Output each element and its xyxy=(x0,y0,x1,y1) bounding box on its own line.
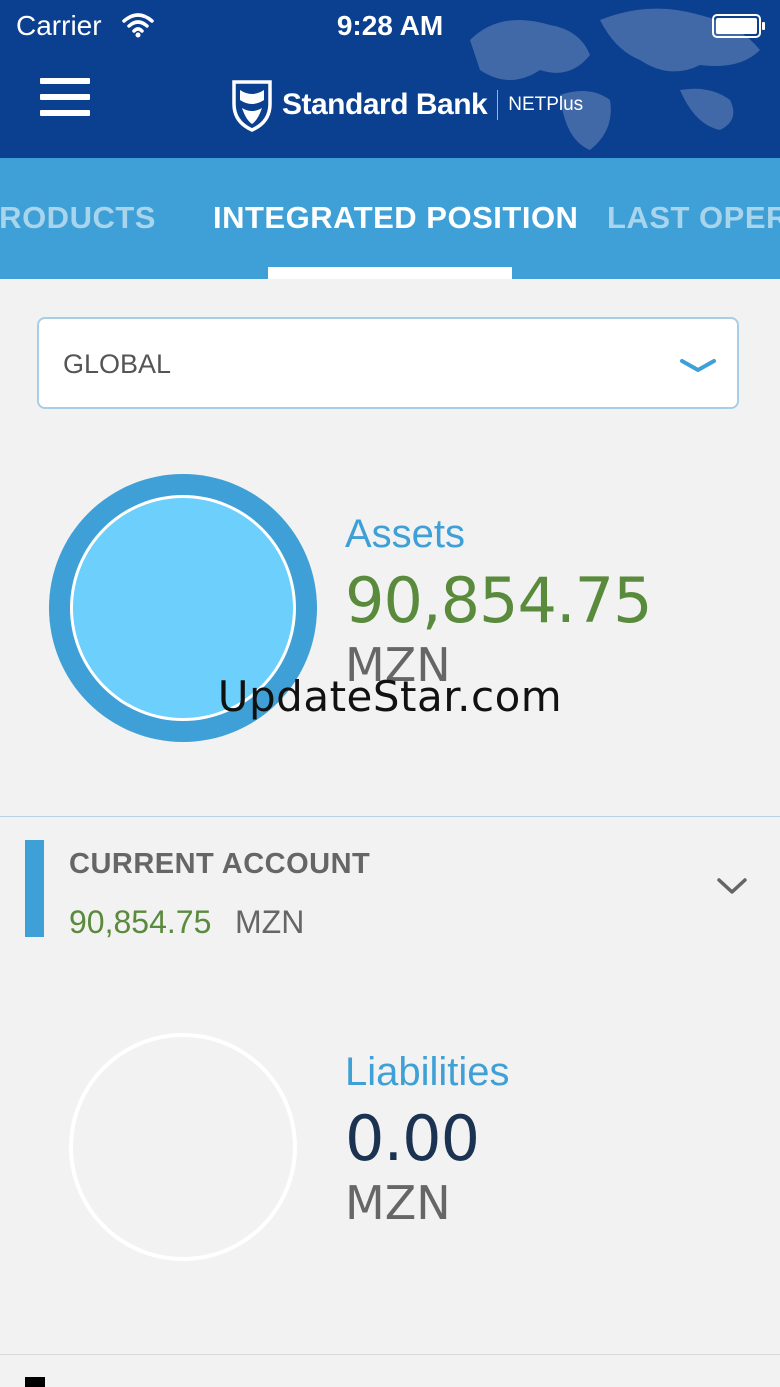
standard-bank-logo: Standard Bank NETPlus xyxy=(230,78,583,132)
assets-amount: 90,854.75 xyxy=(345,564,653,637)
product-name: NETPlus xyxy=(508,94,584,115)
account-name: CURRENT ACCOUNT xyxy=(69,848,371,880)
tab-bar: PRODUCTS INTEGRATED POSITION LAST OPERAT… xyxy=(0,158,780,279)
chevron-down-icon[interactable] xyxy=(716,876,748,896)
tab-products[interactable]: PRODUCTS xyxy=(0,200,156,236)
hamburger-menu-icon[interactable] xyxy=(36,78,94,124)
account-currency: MZN xyxy=(235,904,305,940)
selected-scope: GLOBAL xyxy=(63,349,172,379)
liabilities-label: Liabilities xyxy=(345,1050,510,1094)
tab-integrated-position[interactable]: INTEGRATED POSITION xyxy=(213,200,578,236)
account-amount: 90,854.75 xyxy=(69,904,212,940)
liabilities-donut-chart xyxy=(69,1033,297,1261)
battery-icon xyxy=(712,14,765,38)
status-bar: Carrier 9:28 AM xyxy=(0,0,780,54)
active-tab-indicator xyxy=(268,267,512,279)
status-time: 9:28 AM xyxy=(336,10,444,41)
liabilities-currency: MZN xyxy=(345,1176,451,1230)
section-divider xyxy=(0,1354,780,1355)
brand-name: Standard Bank xyxy=(282,88,488,121)
tab-last-operations[interactable]: LAST OPERATIONS xyxy=(607,200,780,236)
account-color-bar xyxy=(25,840,44,937)
liabilities-amount: 0.00 xyxy=(345,1102,480,1175)
logo-separator xyxy=(497,90,499,120)
chevron-down-icon xyxy=(680,359,716,372)
section-divider xyxy=(0,816,780,817)
account-row-current[interactable]: CURRENT ACCOUNT 90,854.75 MZN xyxy=(0,818,780,958)
shield-icon xyxy=(232,80,272,132)
bottom-edge-mark xyxy=(25,1377,45,1387)
app-header: Carrier 9:28 AM Standard Bank NETPlus xyxy=(0,0,780,158)
watermark-text: UpdateStar.com xyxy=(217,672,563,721)
assets-label: Assets xyxy=(345,512,466,556)
position-scope-select[interactable]: GLOBAL xyxy=(37,317,739,409)
